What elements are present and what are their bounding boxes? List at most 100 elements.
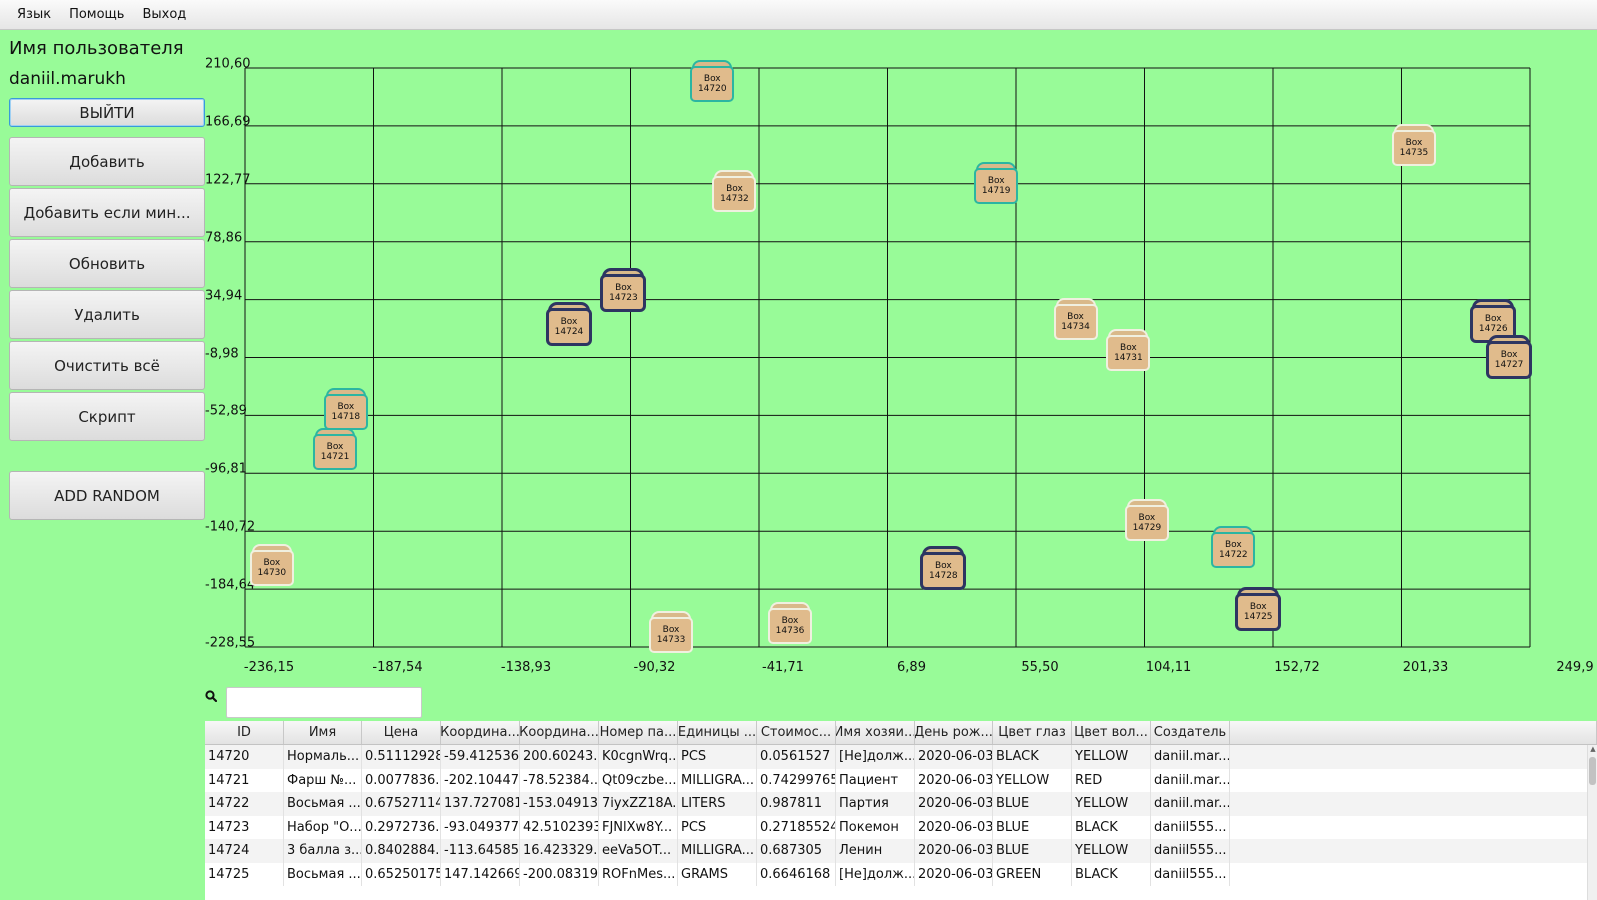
box-id: 14725 xyxy=(1243,612,1273,623)
column-header[interactable]: Имя xyxy=(284,721,362,744)
table-cell: daniil555... xyxy=(1151,839,1230,863)
y-tick-label: -8,98 xyxy=(205,346,239,361)
table-cell: 14722 xyxy=(205,792,284,816)
column-header[interactable]: День рож... xyxy=(915,721,993,744)
box-body: Box 14727 xyxy=(1489,343,1530,376)
table-cell: [Не]долж... xyxy=(836,862,915,886)
table-cell: Фарш №... xyxy=(284,768,362,792)
table-cell: 2020-06-03 xyxy=(915,745,993,769)
table-cell: GREEN xyxy=(993,862,1072,886)
box-marker[interactable]: Box 14723 xyxy=(603,270,644,309)
x-tick-label: 104,11 xyxy=(1145,660,1192,675)
column-header[interactable]: Цвет глаз xyxy=(993,721,1072,744)
table-cell: 0.8402884... xyxy=(362,839,441,863)
box-body: Box 14725 xyxy=(1238,596,1279,629)
y-tick-label: 122,77 xyxy=(205,172,251,188)
box-marker[interactable]: Box 14734 xyxy=(1055,300,1096,339)
x-tick-label: -138,93 xyxy=(500,660,552,675)
y-tick-label: -228,55 xyxy=(205,635,256,651)
box-marker[interactable]: Box 14726 xyxy=(1473,301,1514,340)
column-header[interactable]: Цвет вол... xyxy=(1072,721,1151,744)
box-marker[interactable]: Box 14722 xyxy=(1213,528,1254,567)
column-header[interactable]: Координа... xyxy=(520,721,599,744)
column-header[interactable]: Координа... xyxy=(441,721,520,744)
box-label: Box xyxy=(934,561,952,572)
box-marker[interactable]: Box 14733 xyxy=(651,612,692,651)
box-body: Box 14721 xyxy=(315,436,356,469)
table-cell: BLACK xyxy=(1072,815,1151,839)
box-body: Box 14728 xyxy=(923,555,964,588)
x-tick-label: -90,32 xyxy=(633,660,676,675)
box-marker[interactable]: Box 14721 xyxy=(315,430,356,469)
table-row[interactable]: 14725Восьмая ...0.65250175...147.142669.… xyxy=(205,862,1597,886)
box-label: Box xyxy=(1405,138,1423,149)
column-header[interactable]: Цена xyxy=(362,721,441,744)
box-label: Box xyxy=(1249,602,1267,613)
table-cell: 3 балла з... xyxy=(284,839,362,863)
box-id: 14720 xyxy=(697,84,727,95)
table-cell: 14724 xyxy=(205,839,284,863)
table-cell: BLUE xyxy=(993,792,1072,816)
column-header[interactable]: Создатель xyxy=(1151,721,1230,744)
table-cell: PCS xyxy=(678,745,757,769)
table-cell: BLACK xyxy=(993,745,1072,769)
column-header[interactable]: ID xyxy=(205,721,284,744)
table-row[interactable]: 14722Восьмая ...0.67527114...137.727081.… xyxy=(205,792,1597,816)
box-label: Box xyxy=(781,615,799,626)
column-header[interactable]: Стоимос... xyxy=(757,721,836,744)
box-marker[interactable]: Box 14718 xyxy=(325,389,366,428)
scroll-up-icon[interactable]: ▲ xyxy=(1589,745,1597,755)
box-id: 14729 xyxy=(1132,522,1162,533)
column-header[interactable]: Номер па... xyxy=(599,721,678,744)
search-input[interactable] xyxy=(226,687,422,718)
box-marker[interactable]: Box 14728 xyxy=(923,549,964,588)
table-scrollbar[interactable]: ▲ xyxy=(1587,745,1597,900)
box-body: Box 14732 xyxy=(714,178,755,211)
table-cell: 2020-06-03 xyxy=(915,862,993,886)
column-header[interactable]: Имя хозяи... xyxy=(836,721,915,744)
box-body: Box 14723 xyxy=(603,276,644,309)
box-body: Box 14724 xyxy=(548,311,589,344)
table-cell: Набор "О... xyxy=(284,815,362,839)
table-cell: -93.049377... xyxy=(441,815,520,839)
table-cell: -113.64585... xyxy=(441,839,520,863)
box-marker[interactable]: Box 14736 xyxy=(770,603,810,642)
table-cell: 0.2972736... xyxy=(362,815,441,839)
table-cell: 0.687305 xyxy=(757,839,836,863)
table-cell: 2020-06-03 xyxy=(915,815,993,839)
table-cell: 0.65250175... xyxy=(362,862,441,886)
box-id: 14722 xyxy=(1219,550,1248,561)
table-cell: 0.987811 xyxy=(757,792,836,816)
table-cell: YELLOW xyxy=(993,768,1072,792)
table-cell: 0.51112928... xyxy=(362,745,441,769)
table-cell: 200.60243... xyxy=(520,745,599,769)
box-marker[interactable]: Box 14735 xyxy=(1393,126,1434,165)
box-marker[interactable]: Box 14731 xyxy=(1108,330,1149,369)
table-cell: -202.10447... xyxy=(441,768,520,792)
box-marker[interactable]: Box 14724 xyxy=(548,305,589,344)
column-header[interactable]: Единицы ... xyxy=(678,721,757,744)
box-marker[interactable]: Box 14719 xyxy=(976,164,1017,203)
box-marker[interactable]: Box 14720 xyxy=(692,62,733,101)
table-row[interactable]: 14721Фарш №...0.0077836...-202.10447...-… xyxy=(205,768,1597,792)
table-row[interactable]: 147243 балла з...0.8402884...-113.64585.… xyxy=(205,839,1597,863)
table-cell: Покемон xyxy=(836,815,915,839)
table-cell: Qt09czbe... xyxy=(599,768,678,792)
table-row[interactable]: 14720Нормаль...0.51112928...-59.412536..… xyxy=(205,745,1597,769)
table-cell: LITERS xyxy=(678,792,757,816)
table-cell: daniil555... xyxy=(1151,815,1230,839)
box-marker[interactable]: Box 14727 xyxy=(1489,337,1530,376)
box-body: Box 14718 xyxy=(325,395,366,428)
box-label: Box xyxy=(1138,512,1156,523)
box-id: 14730 xyxy=(257,567,287,578)
box-marker[interactable]: Box 14732 xyxy=(714,172,755,211)
table-cell: 137.727081... xyxy=(441,792,520,816)
box-marker[interactable]: Box 14729 xyxy=(1126,500,1167,539)
box-label: Box xyxy=(1120,342,1137,353)
table-cell: -200.08319... xyxy=(520,862,599,886)
box-marker[interactable]: Box 14730 xyxy=(251,545,292,584)
box-marker[interactable]: Box 14725 xyxy=(1238,590,1279,629)
table-row[interactable]: 14723Набор "О...0.2972736...-93.049377..… xyxy=(205,815,1597,839)
y-tick-label: 34,94 xyxy=(205,288,243,304)
scroll-thumb[interactable] xyxy=(1589,757,1596,785)
